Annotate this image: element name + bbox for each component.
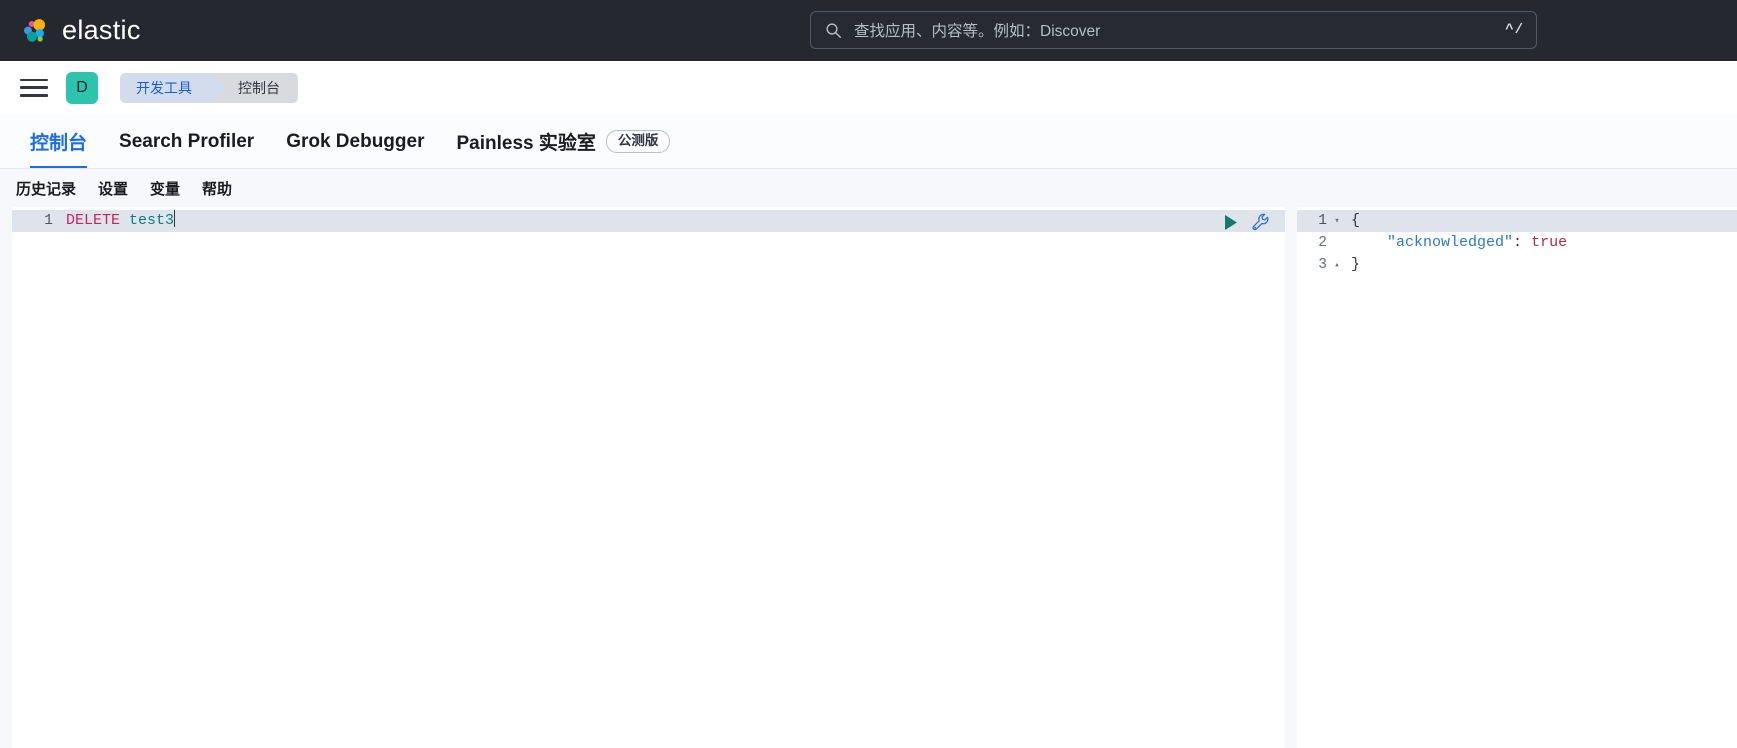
output-line-number: 2: [1297, 232, 1349, 254]
output-brace-open: {: [1351, 212, 1361, 229]
output-line: {: [1349, 210, 1737, 232]
play-triangle-icon[interactable]: [1223, 214, 1239, 231]
text-cursor: [173, 210, 175, 227]
global-header: elastic 查找应用、内容等。例如：Discover ^/: [0, 0, 1737, 61]
request-method: DELETE: [66, 212, 121, 229]
hamburger-bar: [20, 93, 48, 97]
console-menu-help[interactable]: 帮助: [202, 178, 232, 199]
chevron-down-icon[interactable]: ▾: [1331, 210, 1343, 232]
console-main: 1 DELETE test3 1 ▾ 2 3 ▴ {"acknowledged…: [0, 207, 1737, 748]
hamburger-menu-icon[interactable]: [20, 77, 48, 99]
response-output-pane[interactable]: 1 ▾ 2 3 ▴ { "acknowledged": true } CSDN …: [1297, 207, 1737, 748]
output-line-number-value: 2: [1318, 235, 1327, 251]
request-path: test3: [120, 212, 175, 229]
hamburger-bar: [20, 78, 48, 82]
tab-grok-debugger[interactable]: Grok Debugger: [270, 115, 440, 168]
output-line-number-value: 1: [1318, 213, 1327, 229]
output-brace-close: }: [1351, 256, 1361, 273]
console-menu-settings[interactable]: 设置: [98, 178, 128, 199]
status-badge: 公测版: [605, 130, 671, 153]
search-input[interactable]: 查找应用、内容等。例如：Discover: [854, 19, 1505, 41]
chevron-up-icon[interactable]: ▴: [1331, 254, 1343, 276]
wrench-icon[interactable]: [1251, 212, 1271, 232]
search-box[interactable]: 查找应用、内容等。例如：Discover ^/: [810, 11, 1537, 49]
request-editor-pane[interactable]: 1 DELETE test3: [12, 207, 1285, 748]
hamburger-bar: [20, 86, 48, 89]
output-json-value: true: [1531, 234, 1568, 251]
search-icon: [826, 22, 841, 38]
output-line-number: 1 ▾: [1297, 210, 1349, 232]
output-indent: [1351, 234, 1387, 251]
tab-painless-lab-label: Painless 实验室: [456, 133, 596, 154]
global-search[interactable]: 查找应用、内容等。例如：Discover ^/: [810, 11, 1537, 49]
breadcrumb: 开发工具 控制台: [120, 72, 298, 103]
tab-search-profiler[interactable]: Search Profiler: [103, 115, 270, 168]
breadcrumb-bar: D 开发工具 控制台: [0, 61, 1737, 114]
space-avatar[interactable]: D: [66, 71, 98, 104]
console-menu-history[interactable]: 历史记录: [16, 178, 76, 199]
editor-request-line[interactable]: DELETE test3: [62, 210, 1285, 232]
search-shortcut-hint: ^/: [1505, 22, 1524, 38]
editor-code-area[interactable]: DELETE test3: [62, 207, 1285, 748]
output-line: "acknowledged": true: [1349, 232, 1737, 254]
brand-name: elastic: [62, 15, 141, 45]
tab-painless-lab[interactable]: Painless 实验室 公测版: [441, 115, 687, 168]
output-json-sep: :: [1513, 234, 1532, 251]
output-line-number-value: 3: [1318, 257, 1327, 273]
output-json-key: "acknowledged": [1387, 234, 1514, 251]
output-line: }: [1349, 254, 1737, 276]
editor-actions: [1223, 211, 1271, 233]
tab-console[interactable]: 控制台: [14, 115, 103, 168]
brand[interactable]: elastic: [20, 15, 141, 46]
tab-grok-debugger-label: Grok Debugger: [286, 130, 425, 152]
elastic-logo-icon: [24, 18, 46, 42]
tab-console-label: 控制台: [30, 133, 88, 154]
output-line-number: 3 ▴: [1297, 254, 1349, 276]
pane-resize-handle[interactable]: [1285, 207, 1297, 748]
console-menu-variables[interactable]: 变量: [150, 178, 180, 199]
editor-line-number: 1: [12, 210, 62, 232]
breadcrumb-item-dev-tools[interactable]: 开发工具: [120, 72, 226, 103]
output-gutter: 1 ▾ 2 3 ▴: [1297, 207, 1349, 748]
tab-bar: 控制台 Search Profiler Grok Debugger Painle…: [0, 114, 1737, 169]
editor-gutter: 1: [12, 207, 62, 748]
output-code-area[interactable]: { "acknowledged": true }: [1349, 207, 1737, 748]
console-menu: 历史记录 设置 变量 帮助: [0, 169, 1737, 207]
tab-search-profiler-label: Search Profiler: [119, 130, 255, 152]
